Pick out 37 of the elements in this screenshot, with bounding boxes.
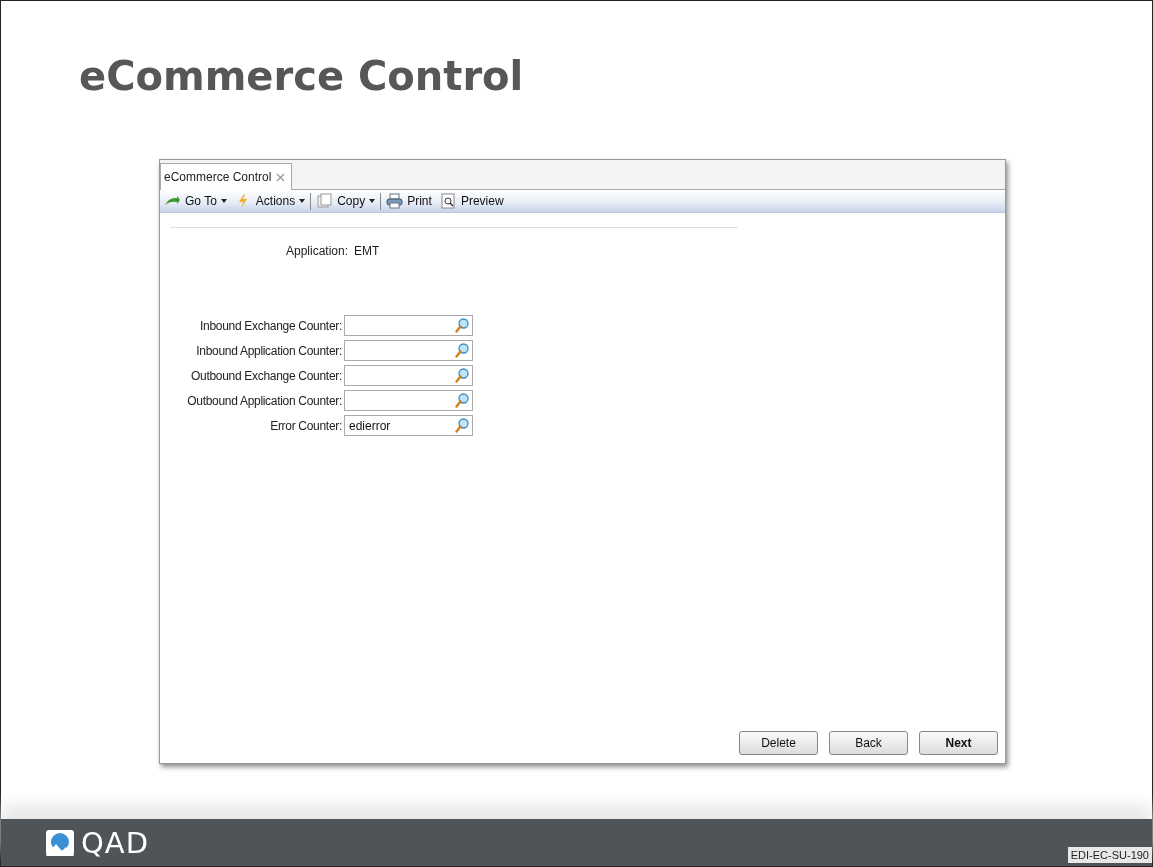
action-button[interactable]: Back — [829, 731, 908, 756]
tab[interactable]: eCommerce Control — [160, 163, 293, 191]
caret-icon — [299, 199, 306, 204]
field-label: Outbound Exchange Counter: — [190, 368, 342, 383]
printer-icon — [386, 193, 404, 210]
field-label: Inbound Exchange Counter: — [199, 318, 342, 333]
input-field[interactable] — [344, 365, 473, 387]
search-icon[interactable] — [455, 418, 469, 434]
toolbar-button[interactable]: Actions — [230, 191, 310, 212]
preview-icon — [439, 193, 457, 210]
field-value: EMT — [354, 244, 380, 259]
input-field[interactable] — [344, 390, 473, 412]
toolbar-button[interactable]: Preview — [435, 191, 508, 212]
field-label: Error Counter: — [269, 418, 342, 433]
toolbar-button[interactable]: Print — [382, 191, 436, 212]
toolbar-button[interactable]: Go To — [160, 191, 231, 212]
field-label: Application: — [286, 244, 349, 259]
search-icon[interactable] — [455, 343, 469, 359]
logo-text: QAD — [81, 825, 149, 860]
field-label: Inbound Application Counter: — [195, 343, 342, 358]
search-icon[interactable] — [455, 318, 469, 334]
input-field[interactable] — [344, 340, 473, 362]
toolbar-button[interactable]: Copy — [312, 191, 380, 212]
logo-icon — [45, 828, 75, 857]
field-label: Outbound Application Counter: — [186, 393, 342, 408]
caret-icon — [369, 199, 376, 204]
caret-icon — [220, 199, 227, 204]
input-field[interactable] — [344, 315, 473, 337]
close-icon[interactable] — [276, 172, 286, 182]
search-icon[interactable] — [455, 368, 469, 384]
slide-code: EDI-EC-SU-190 — [1067, 847, 1152, 863]
action-button[interactable]: Next — [919, 731, 998, 756]
search-icon[interactable] — [455, 393, 469, 409]
input-field[interactable]: edierror — [344, 415, 473, 437]
slide-title: eCommerce Control — [79, 53, 524, 99]
action-button[interactable]: Delete — [739, 731, 818, 756]
pages-icon — [316, 193, 334, 210]
